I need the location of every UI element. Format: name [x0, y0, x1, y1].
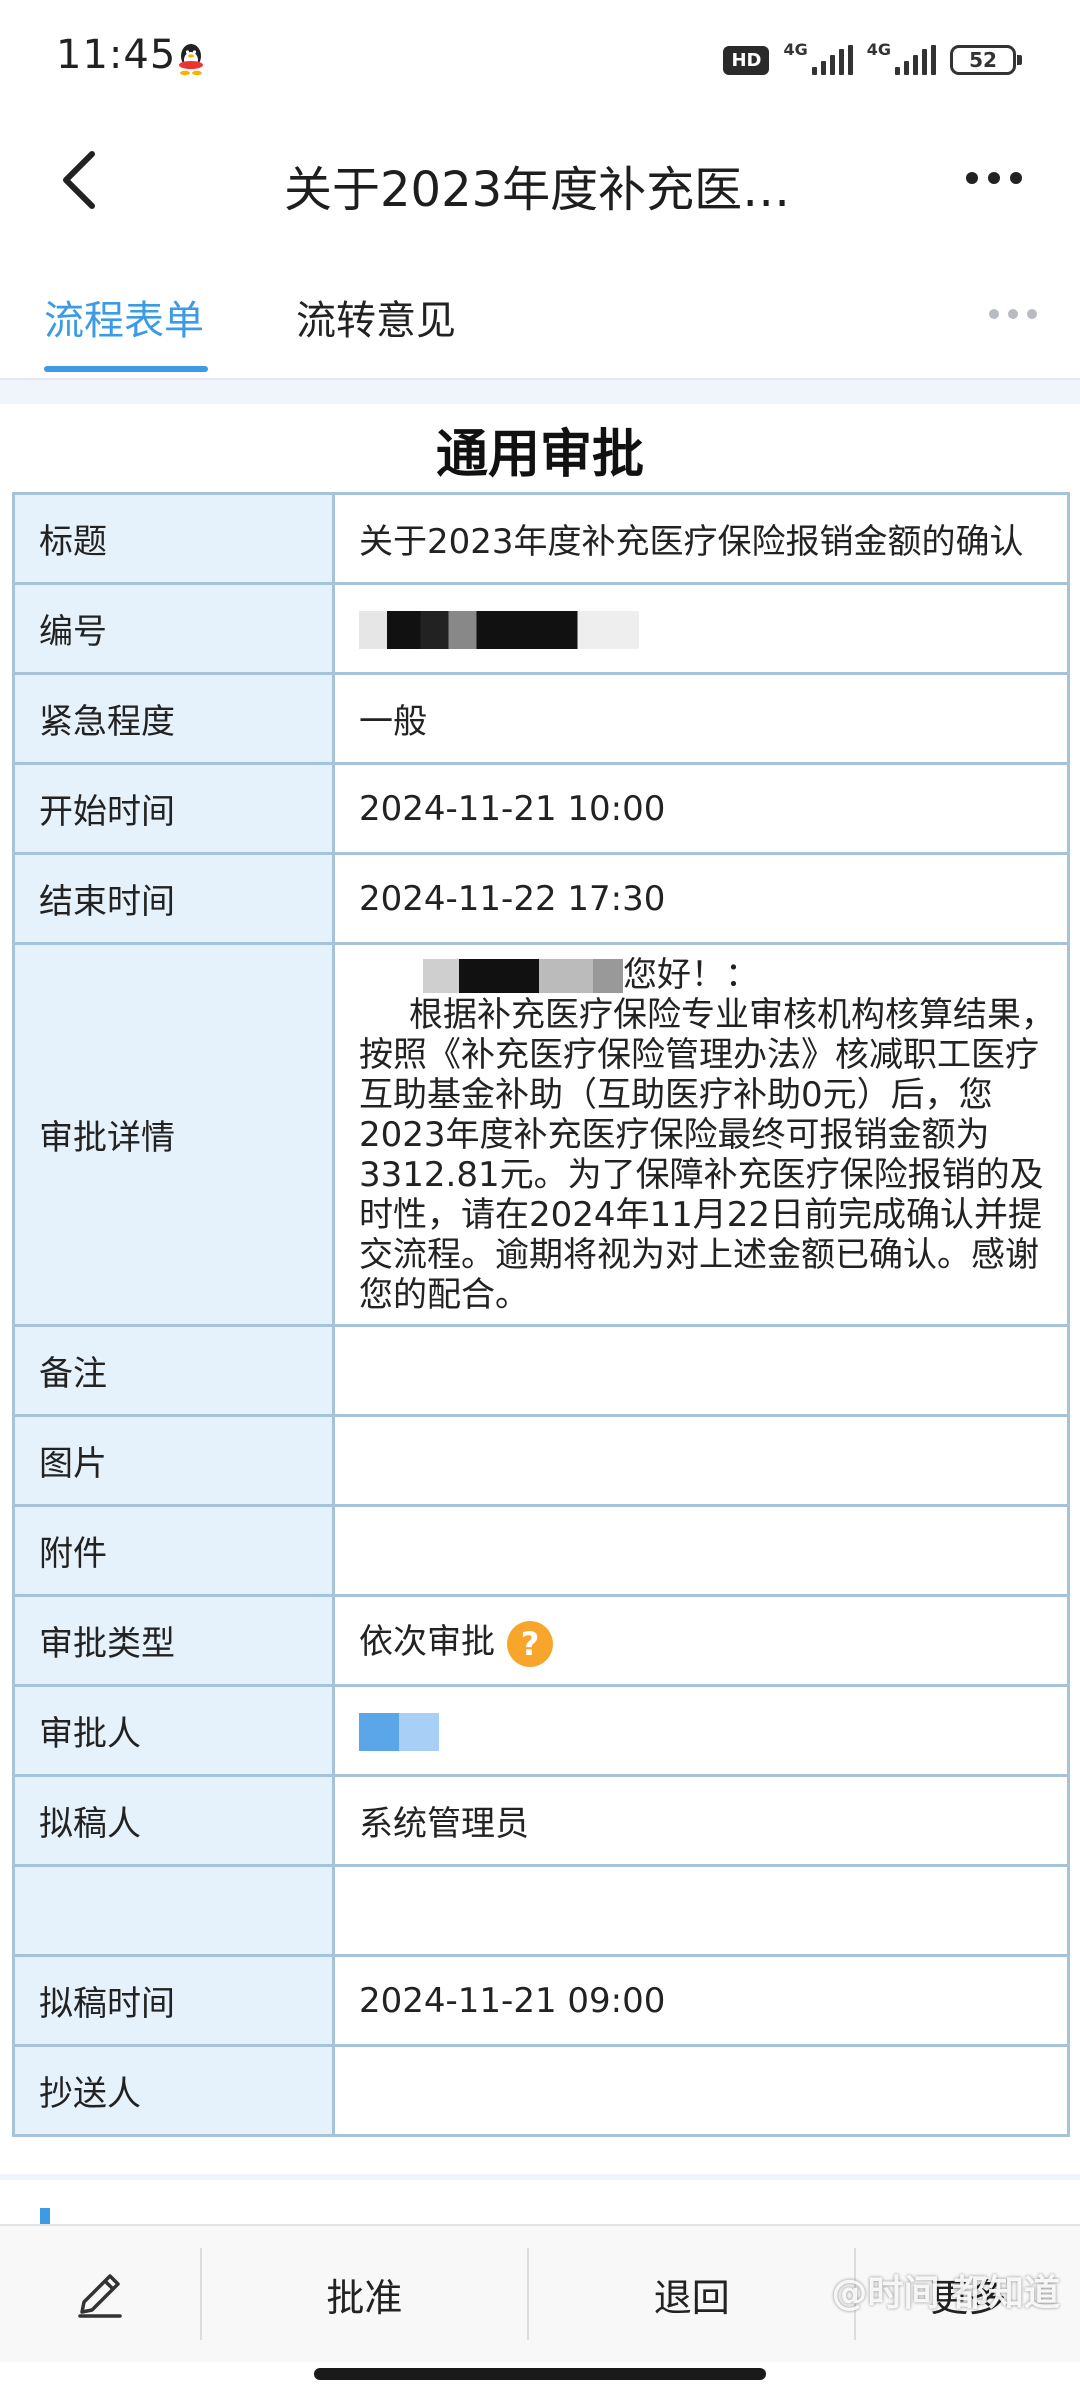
row-value-cc [332, 2044, 1070, 2137]
tab-bar: 流程表单 流转意见 [0, 260, 1080, 380]
screen: 11:45 HD 4G 4G 52 关于2023年度补充医… 流程表单 流转意见… [0, 0, 1080, 2403]
nav-bar: 关于2023年度补充医… [0, 120, 1080, 240]
page-title: 关于2023年度补充医… [284, 162, 791, 218]
row-value-urgency: 一般 [332, 672, 1070, 765]
row-label-attachment: 附件 [12, 1504, 335, 1597]
row-label-remark: 备注 [12, 1324, 335, 1417]
qq-penguin-icon [179, 44, 203, 76]
row-value-start-time: 2024-11-21 10:00 [332, 762, 1070, 855]
signal-strength-icon [895, 45, 936, 75]
row-value-subject: 关于2023年度补充医疗保险报销金额的确认 [332, 492, 1070, 585]
row-value-draft-time: 2024-11-21 09:00 [332, 1954, 1070, 2047]
row-value-end-time: 2024-11-22 17:30 [332, 852, 1070, 945]
tab-circulation-opinions[interactable]: 流转意见 [296, 288, 456, 346]
table-row: 抄送人 [12, 2044, 1070, 2137]
home-indicator[interactable] [314, 2368, 766, 2380]
approval-type-text: 依次审批 [359, 1622, 495, 1663]
table-row: 开始时间 2024-11-21 10:00 [12, 762, 1070, 855]
tab-process-form[interactable]: 流程表单 [44, 288, 204, 346]
table-row: 拟稿时间 2024-11-21 09:00 [12, 1954, 1070, 2047]
drafter-link[interactable]: 系统管理员 [332, 1774, 1070, 1867]
table-row: 结束时间 2024-11-22 17:30 [12, 852, 1070, 945]
table-row: 审批人 [12, 1684, 1070, 1777]
row-value-approval-type: 依次审批? [332, 1594, 1070, 1687]
redacted-recipient [423, 959, 623, 993]
status-time: 11:45 [56, 32, 177, 78]
row-label-number: 编号 [12, 582, 335, 675]
row-value-number [332, 582, 1070, 675]
redacted-approver [359, 1712, 439, 1751]
hd-badge: HD [723, 45, 770, 75]
row-label-approver: 审批人 [12, 1684, 335, 1777]
help-icon[interactable]: ? [507, 1620, 553, 1667]
network-type-2: 4G [866, 40, 891, 59]
pencil-icon [78, 2274, 122, 2318]
table-row: 审批类型 依次审批? [12, 1594, 1070, 1687]
approval-form-table: 标题 关于2023年度补充医疗保险报销金额的确认 编号 紧急程度 一般 开始时间… [12, 492, 1070, 2137]
approve-button[interactable]: 批准 [202, 2226, 527, 2362]
row-value-picture [332, 1414, 1070, 1507]
table-row: 附件 [12, 1504, 1070, 1597]
status-bar: 11:45 HD 4G 4G 52 [0, 0, 1080, 120]
row-value-attachment [332, 1504, 1070, 1597]
row-label-drafter: 拟稿人 [12, 1774, 335, 1867]
row-label-detail: 审批详情 [12, 942, 335, 1327]
row-value-blank [332, 1864, 1070, 1957]
row-label-urgency: 紧急程度 [12, 672, 335, 765]
table-row: 标题 关于2023年度补充医疗保险报销金额的确认 [12, 492, 1070, 585]
more-options-button[interactable] [964, 166, 1024, 190]
active-tab-indicator [44, 366, 208, 372]
battery-icon: 52 [950, 45, 1022, 75]
status-indicators: HD 4G 4G 52 [723, 40, 1022, 80]
row-value-detail: 您好！： 根据补充医疗保险专业审核机构核算结果，按照《补充医疗保险管理办法》核减… [332, 942, 1070, 1327]
row-label-cc: 抄送人 [12, 2044, 335, 2137]
back-button[interactable] [52, 148, 112, 212]
tabs-more-icon[interactable] [988, 306, 1038, 322]
row-value-remark [332, 1324, 1070, 1417]
detail-greeting-line: 您好！： [359, 955, 1059, 995]
detail-body-wrap: 根据补充医疗保险专业审核机构核算结果，按照《补充医疗保险管理办法》核减职工医疗互… [359, 995, 1059, 1315]
row-label-picture: 图片 [12, 1414, 335, 1507]
detail-greeting: 您好！： [623, 954, 759, 995]
table-row: 审批详情 您好！： 根据补充医疗保险专业审核机构核算结果，按照《补充医疗保险管理… [12, 942, 1070, 1327]
row-label-subject: 标题 [12, 492, 335, 585]
table-row: 备注 [12, 1324, 1070, 1417]
edit-button[interactable] [0, 2226, 200, 2362]
detail-body: 根据补充医疗保险专业审核机构核算结果，按照《补充医疗保险管理办法》核减职工医疗互… [359, 994, 1055, 1315]
table-row: 拟稿人 系统管理员 [12, 1774, 1070, 1867]
table-row: 编号 [12, 582, 1070, 675]
network-type-1: 4G [783, 40, 808, 59]
watermark-text: @时间 都知道 [831, 2273, 1060, 2314]
row-label-draft-time: 拟稿时间 [12, 1954, 335, 2047]
row-label-end-time: 结束时间 [12, 852, 335, 945]
return-button[interactable]: 退回 [529, 2226, 854, 2362]
row-label-approval-type: 审批类型 [12, 1594, 335, 1687]
table-row: 紧急程度 一般 [12, 672, 1070, 765]
row-label-blank [12, 1864, 335, 1957]
row-label-start-time: 开始时间 [12, 762, 335, 855]
signal-strength-icon [811, 45, 853, 75]
table-row: 图片 [12, 1414, 1070, 1507]
form-title: 通用审批 [435, 425, 644, 485]
row-value-approver [332, 1684, 1070, 1777]
redacted-number [359, 610, 639, 649]
table-row [12, 1864, 1070, 1957]
